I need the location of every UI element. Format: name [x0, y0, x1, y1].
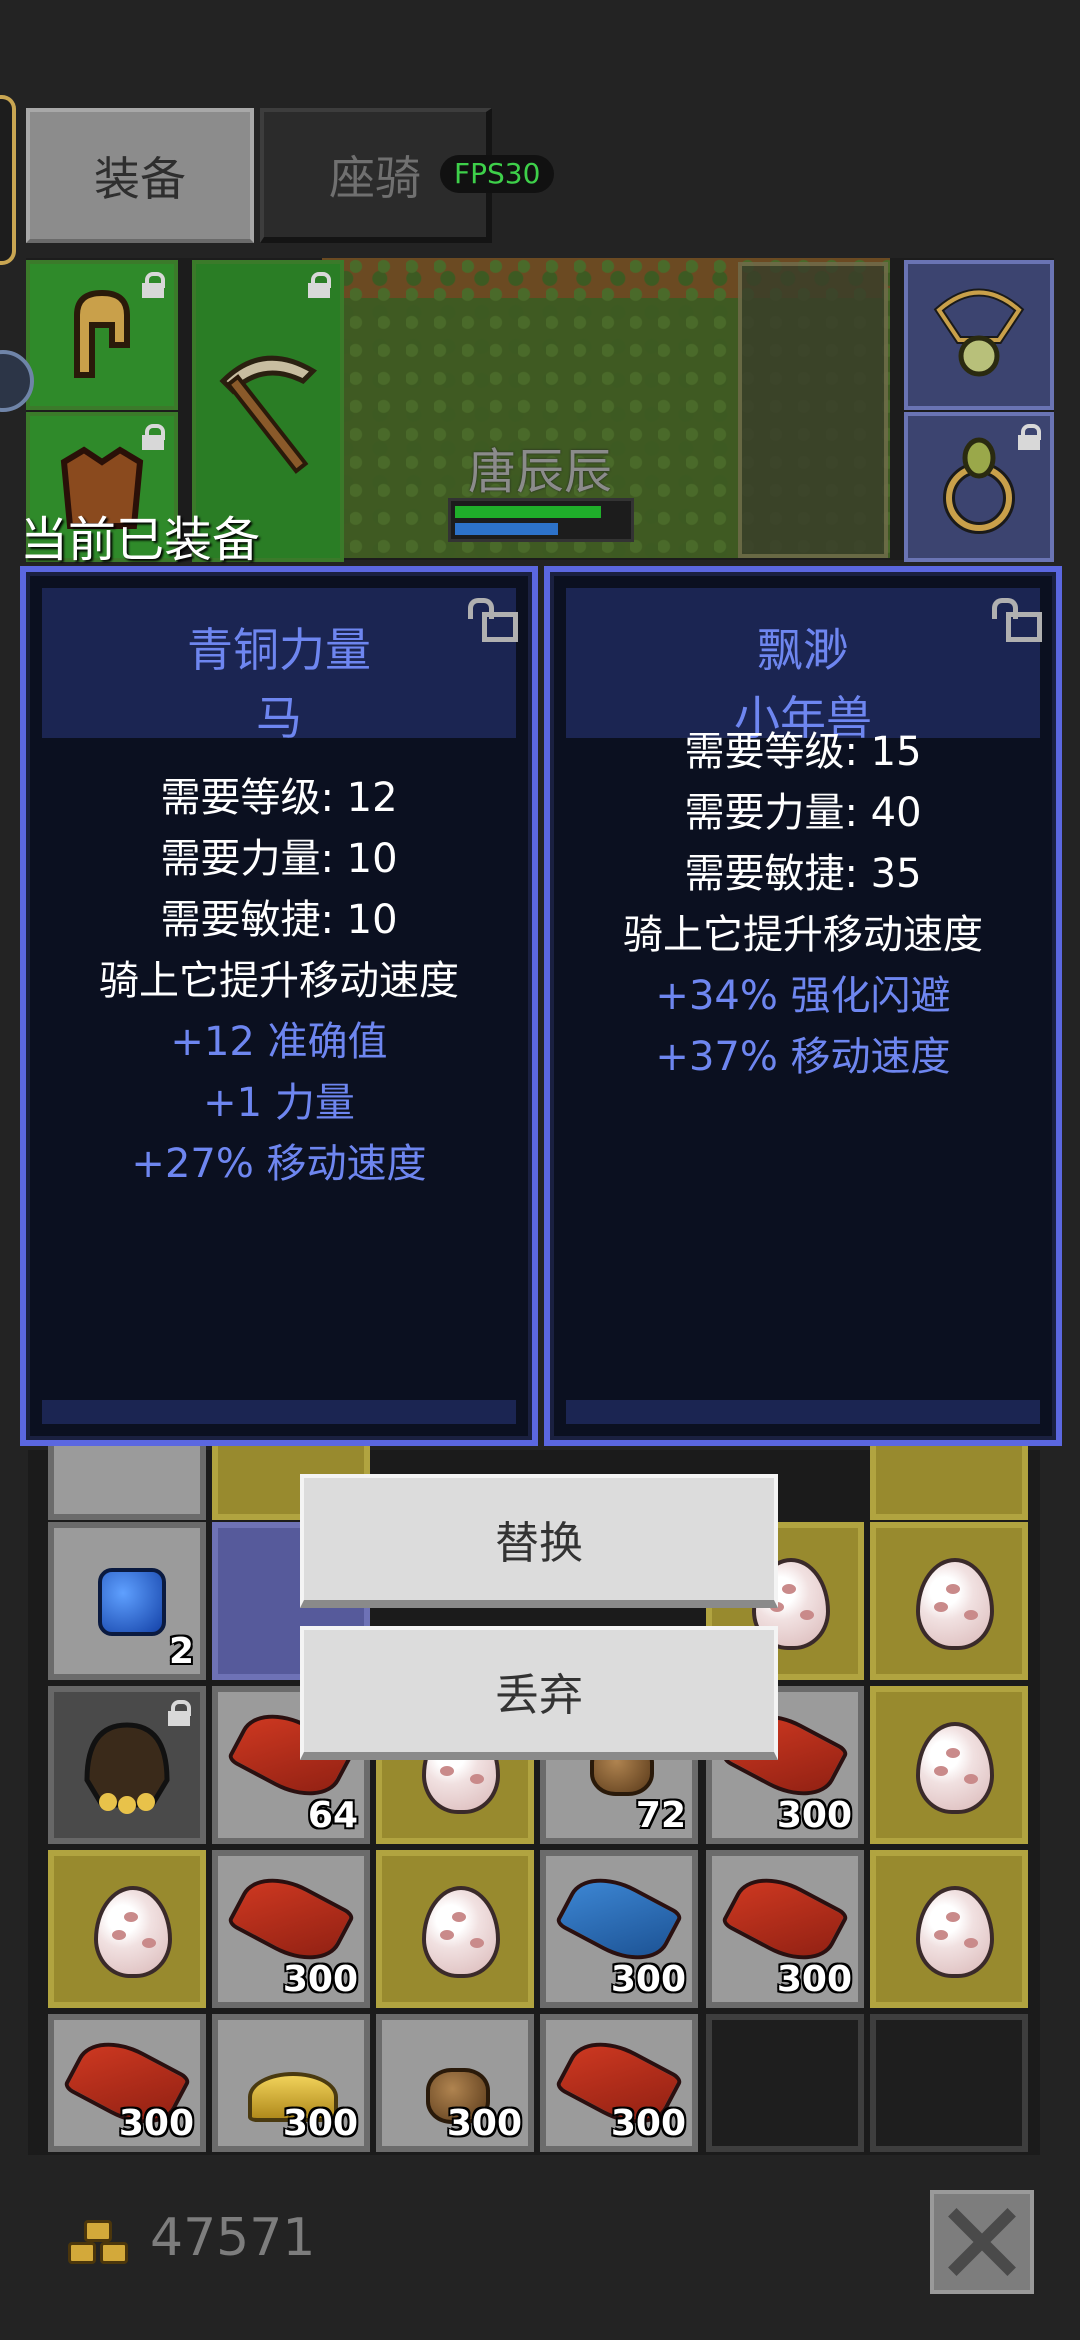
requirement-stat: 需要等级: 12 [160, 775, 398, 821]
card-footer [42, 1400, 516, 1424]
equipped-label: 当前已装备 [20, 512, 261, 568]
inventory-slot[interactable]: 300 [706, 1850, 864, 2008]
inventory-slot[interactable]: 2 [48, 1522, 206, 1680]
side-panel-tab[interactable] [0, 95, 16, 265]
item-count: 72 [635, 1795, 686, 1836]
item-name: 青铜力量 [187, 623, 371, 677]
requirement-stat: 需要敏捷: 35 [684, 851, 922, 897]
egg-icon [422, 1886, 500, 1978]
item-count: 300 [282, 1959, 358, 2000]
item-count: 300 [610, 1959, 686, 2000]
hp-bar [455, 506, 601, 518]
egg-icon [916, 1722, 994, 1814]
tab-equipment[interactable]: 装备 [26, 108, 254, 243]
requirement-stat: 需要敏捷: 10 [160, 897, 398, 943]
item-stats: 需要等级: 15 需要力量: 40 需要敏捷: 35 骑上它提升移动速度 +34% 强化… [550, 722, 1056, 1088]
mp-bar [455, 523, 558, 535]
bonus-stat: +1 力量 [203, 1080, 355, 1126]
pickaxe-icon [219, 355, 318, 474]
helmet-icon [84, 1722, 170, 1814]
inventory-slot[interactable]: 300 [212, 2014, 370, 2152]
inventory-slot[interactable]: 300 [48, 2014, 206, 2152]
requirement-stat: 需要力量: 10 [160, 836, 398, 882]
item-name: 飘渺 [757, 623, 849, 677]
necklace-icon [933, 288, 1025, 377]
inventory-slot[interactable] [706, 2014, 864, 2152]
item-count: 300 [118, 2103, 194, 2144]
item-count: 64 [307, 1795, 358, 1836]
current-item-card: 青铜力量 马 需要等级: 12 需要力量: 10 需要敏捷: 10 骑上它提升移动速度… [20, 566, 538, 1446]
inventory-slot[interactable] [870, 1686, 1028, 1844]
character-name: 唐辰辰 [467, 444, 612, 500]
inventory-slot[interactable] [870, 1850, 1028, 2008]
bonus-stat: +27% 移动速度 [131, 1141, 427, 1187]
item-type: 马 [256, 691, 302, 745]
replace-button[interactable]: 替换 [300, 1474, 778, 1608]
necklace-slot[interactable] [904, 260, 1054, 410]
item-stats: 需要等级: 12 需要力量: 10 需要敏捷: 10 骑上它提升移动速度 +12 准确值… [26, 768, 532, 1195]
item-count: 300 [282, 2103, 358, 2144]
fps-counter: FPS30 [440, 155, 555, 193]
inventory-slot[interactable] [48, 1850, 206, 2008]
card-footer [566, 1400, 1040, 1424]
close-button[interactable] [930, 2190, 1034, 2294]
inventory-slot[interactable]: 300 [376, 2014, 534, 2152]
ring-icon [943, 437, 1015, 534]
item-count: 300 [776, 1959, 852, 2000]
blue-gem-icon [98, 1568, 166, 1636]
discard-button[interactable]: 丢弃 [300, 1626, 778, 1760]
character-status-bars [448, 498, 634, 542]
helmet-icon [74, 289, 130, 378]
inventory-slot[interactable] [870, 2014, 1028, 2152]
bonus-stat: +34% 强化闪避 [655, 973, 951, 1019]
gold-amount: 47571 [150, 2208, 316, 2268]
ring-slot[interactable] [904, 412, 1054, 562]
egg-icon [94, 1886, 172, 1978]
requirement-stat: 需要等级: 15 [684, 729, 922, 775]
item-count: 2 [168, 1631, 194, 1672]
item-count: 300 [776, 1795, 852, 1836]
item-count: 300 [610, 2103, 686, 2144]
requirement-stat: 骑上它提升移动速度 [623, 912, 983, 958]
requirement-stat: 需要力量: 40 [684, 790, 922, 836]
bonus-stat: +37% 移动速度 [655, 1034, 951, 1080]
empty-slot[interactable] [738, 262, 888, 558]
egg-icon [916, 1886, 994, 1978]
egg-icon [916, 1558, 994, 1650]
bonus-stat: +12 准确值 [170, 1019, 388, 1065]
inventory-slot[interactable]: 300 [212, 1850, 370, 2008]
inventory-slot[interactable] [376, 1850, 534, 2008]
inventory-slot[interactable]: 300 [540, 1850, 698, 2008]
item-count: 300 [446, 2103, 522, 2144]
new-item-card: 飘渺 小年兽 需要等级: 15 需要力量: 40 需要敏捷: 35 骑上它提升移动速度… [544, 566, 1062, 1446]
lock-icon [308, 272, 331, 298]
gold-icon [68, 2220, 132, 2274]
helmet-slot[interactable] [26, 260, 178, 410]
requirement-stat: 骑上它提升移动速度 [99, 958, 459, 1004]
inventory-slot[interactable] [48, 1686, 206, 1844]
inventory-slot[interactable] [870, 1522, 1028, 1680]
inventory-slot[interactable]: 300 [540, 2014, 698, 2152]
